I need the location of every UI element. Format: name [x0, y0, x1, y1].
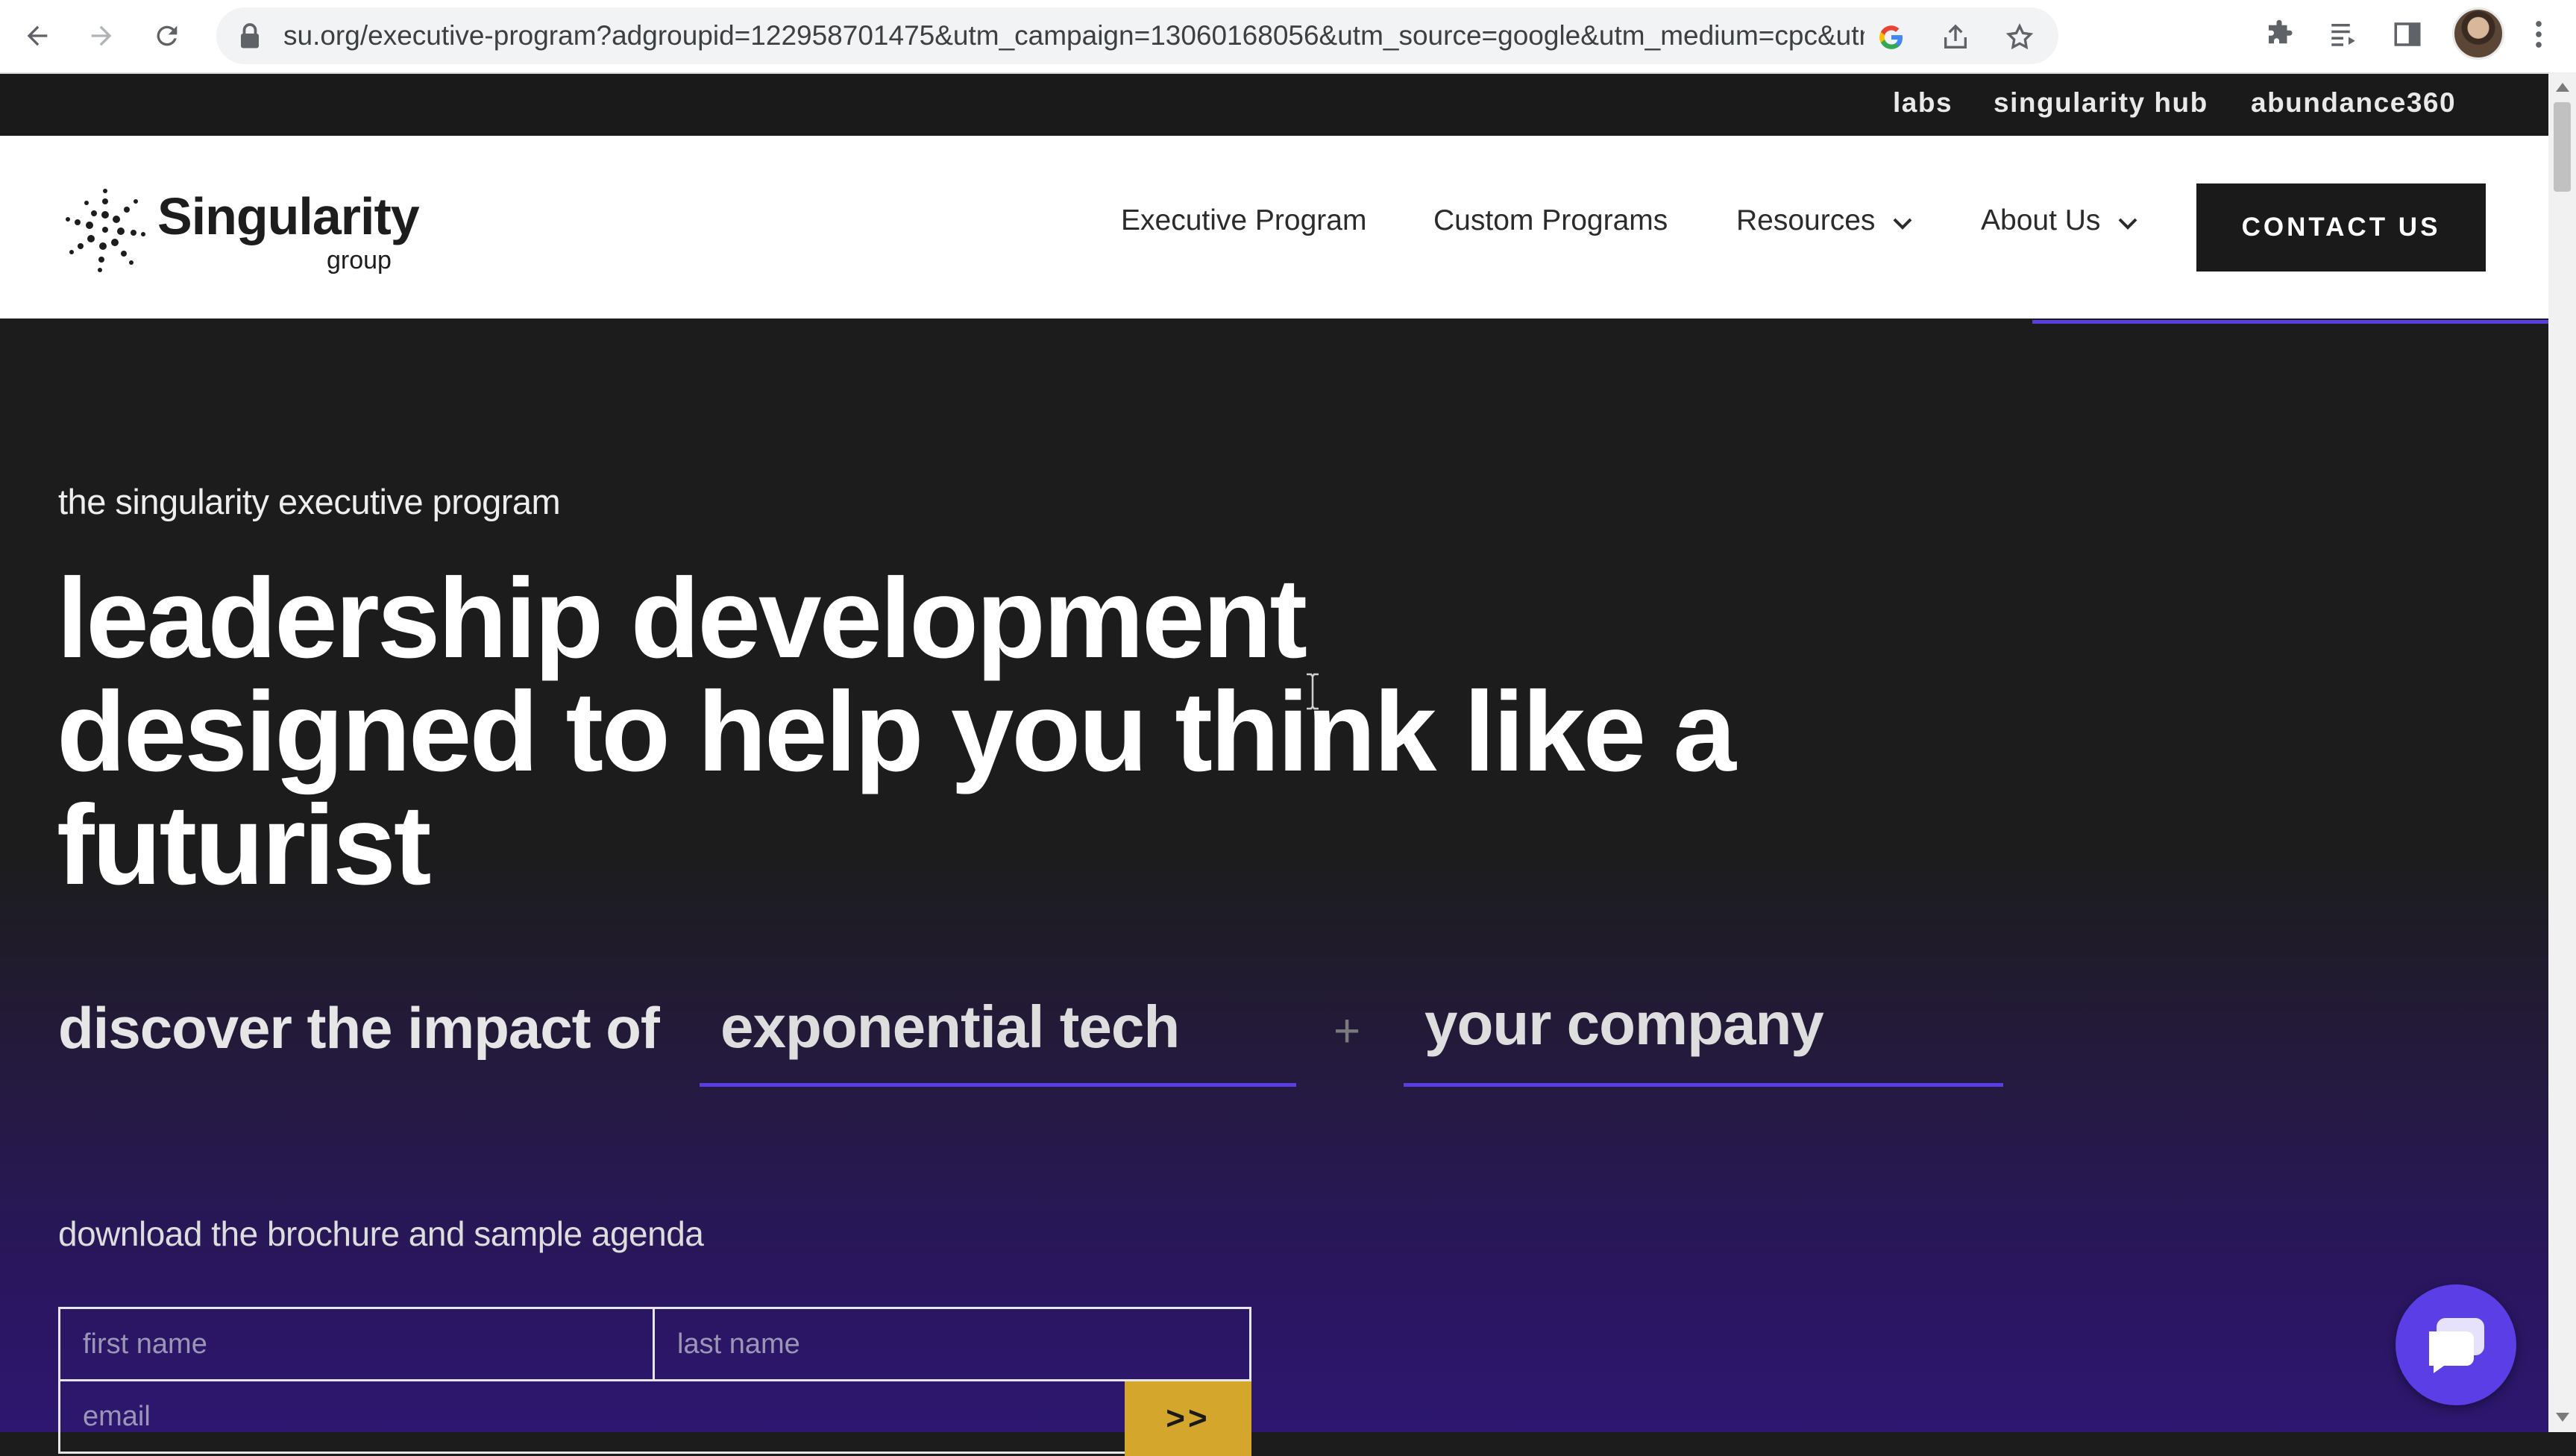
rotating-word-exponential-tech: exponential tech [700, 975, 1296, 1087]
contact-us-button[interactable]: CONTACT US [2196, 183, 2486, 272]
nav-resources[interactable]: Resources [1736, 204, 1914, 239]
slot-text-1: exponential tech [720, 994, 1180, 1060]
submit-button[interactable]: >> [1125, 1381, 1251, 1456]
google-icon[interactable] [1875, 21, 1908, 54]
topbar-link-labs[interactable]: labs [1893, 87, 1953, 119]
singularity-logo[interactable]: Singularity group [64, 181, 452, 277]
side-panel-icon[interactable] [2387, 13, 2428, 55]
address-bar[interactable]: su.org/executive-program?adgroupid=12295… [216, 7, 2058, 64]
accent-divider [2032, 320, 2548, 324]
logo-wordmark: Singularity [157, 187, 420, 245]
lock-icon[interactable] [239, 22, 261, 53]
extensions-icon[interactable] [2258, 13, 2300, 55]
forward-icon[interactable] [79, 13, 124, 58]
slot-text-2: your company [1424, 991, 1824, 1057]
rotating-word-your-company: your company [1404, 975, 2003, 1087]
nav-executive-program[interactable]: Executive Program [1121, 204, 1366, 237]
first-name-input[interactable] [58, 1307, 655, 1381]
url-text[interactable]: su.org/executive-program?adgroupid=12295… [283, 19, 1865, 52]
singularity-burst-icon [66, 189, 145, 272]
email-input[interactable] [58, 1379, 1127, 1454]
nav-custom-programs[interactable]: Custom Programs [1433, 204, 1668, 237]
plus-sign: + [1333, 1005, 1361, 1057]
chat-bubble-icon [2429, 1318, 2484, 1373]
nav-about-us[interactable]: About Us [1981, 204, 2139, 239]
headline-line-2: designed to help you think like a [57, 668, 1736, 795]
top-utility-bar: labs singularity hub abundance360 [0, 74, 2548, 136]
hero-eyebrow: the singularity executive program [58, 482, 561, 521]
headline-line-3: futurist [57, 782, 431, 909]
reload-icon[interactable] [145, 13, 189, 58]
browser-toolbar: su.org/executive-program?adgroupid=12295… [0, 0, 2576, 74]
chevron-down-icon [2117, 206, 2139, 239]
nav-about-us-label: About Us [1981, 204, 2101, 236]
headline-line-1: leadership development [57, 555, 1307, 682]
reading-list-icon[interactable] [2322, 13, 2364, 55]
chevron-down-icon [1891, 206, 1914, 239]
back-icon[interactable] [15, 13, 60, 58]
scroll-down-arrow-icon[interactable] [2556, 1413, 2569, 1422]
scrollbar-thumb[interactable] [2554, 102, 2571, 192]
download-label: download the brochure and sample agenda [58, 1214, 704, 1253]
text-cursor-icon [1304, 673, 1322, 714]
chat-widget-button[interactable] [2396, 1284, 2516, 1405]
hero-headline: leadership development designed to help … [57, 562, 1921, 902]
scroll-up-arrow-icon[interactable] [2556, 83, 2569, 92]
nav-resources-label: Resources [1736, 204, 1876, 236]
discover-label: discover the impact of [58, 995, 660, 1061]
hero-section: the singularity executive program leader… [0, 318, 2548, 1456]
profile-avatar[interactable] [2452, 7, 2504, 60]
logo-subtext: group [327, 246, 392, 274]
menu-kebab-icon[interactable] [2518, 13, 2560, 55]
last-name-input[interactable] [653, 1307, 1251, 1381]
page-scrollbar[interactable] [2548, 72, 2576, 1432]
topbar-link-singularity-hub[interactable]: singularity hub [1994, 87, 2208, 119]
site-header: Singularity group Executive Program Cust… [0, 136, 2548, 318]
bookmark-star-icon[interactable] [2003, 21, 2036, 54]
share-icon[interactable] [1939, 21, 1972, 54]
topbar-link-abundance360[interactable]: abundance360 [2251, 87, 2456, 119]
